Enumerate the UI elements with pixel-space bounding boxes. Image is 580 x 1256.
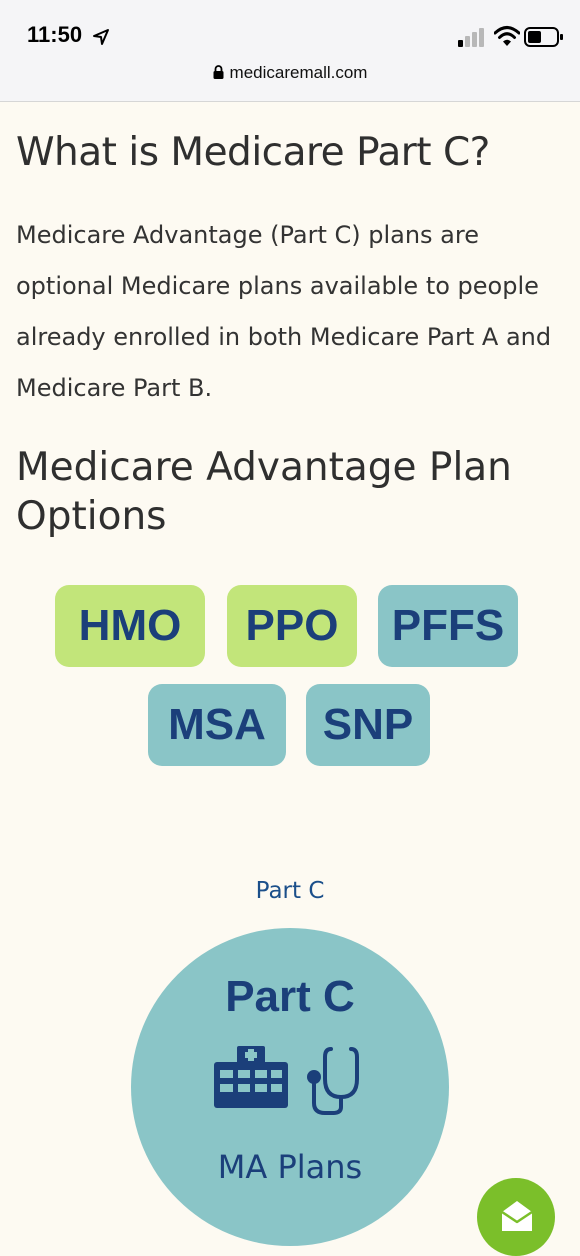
part-c-circle-subtitle: MA Plans: [217, 1148, 363, 1186]
browser-status-bar: 11:50 medicaremall.com: [0, 0, 580, 102]
mail-icon: [501, 1201, 533, 1231]
plan-option-hmo[interactable]: HMO: [55, 585, 205, 667]
plan-option-ppo[interactable]: PPO: [227, 585, 357, 667]
plan-option-msa[interactable]: MSA: [148, 684, 286, 766]
plan-option-pffs[interactable]: PFFS: [378, 585, 518, 667]
lock-icon: [213, 65, 224, 79]
plan-options-heading: Medicare Advantage Plan Options: [16, 445, 512, 539]
address-bar[interactable]: medicaremall.com: [0, 63, 580, 83]
hospital-icon: [214, 1046, 288, 1108]
page-title: What is Medicare Part C?: [16, 130, 490, 175]
part-c-circle-title: Part C: [225, 972, 355, 1021]
status-time: 11:50: [27, 22, 83, 47]
part-c-label: Part C: [255, 878, 325, 904]
intro-paragraph: Medicare Advantage (Part C) plans are op…: [16, 221, 552, 402]
contact-mail-button[interactable]: [477, 1178, 555, 1256]
plan-option-snp[interactable]: SNP: [306, 684, 430, 766]
signal-icon: [458, 28, 484, 47]
part-c-circle[interactable]: Part C MA Plans: [131, 928, 449, 1246]
url-text: medicaremall.com: [229, 63, 368, 82]
battery-icon: [524, 27, 563, 47]
location-arrow-icon: [93, 29, 109, 45]
wifi-icon: [494, 26, 520, 46]
stethoscope-icon: [307, 1047, 359, 1115]
